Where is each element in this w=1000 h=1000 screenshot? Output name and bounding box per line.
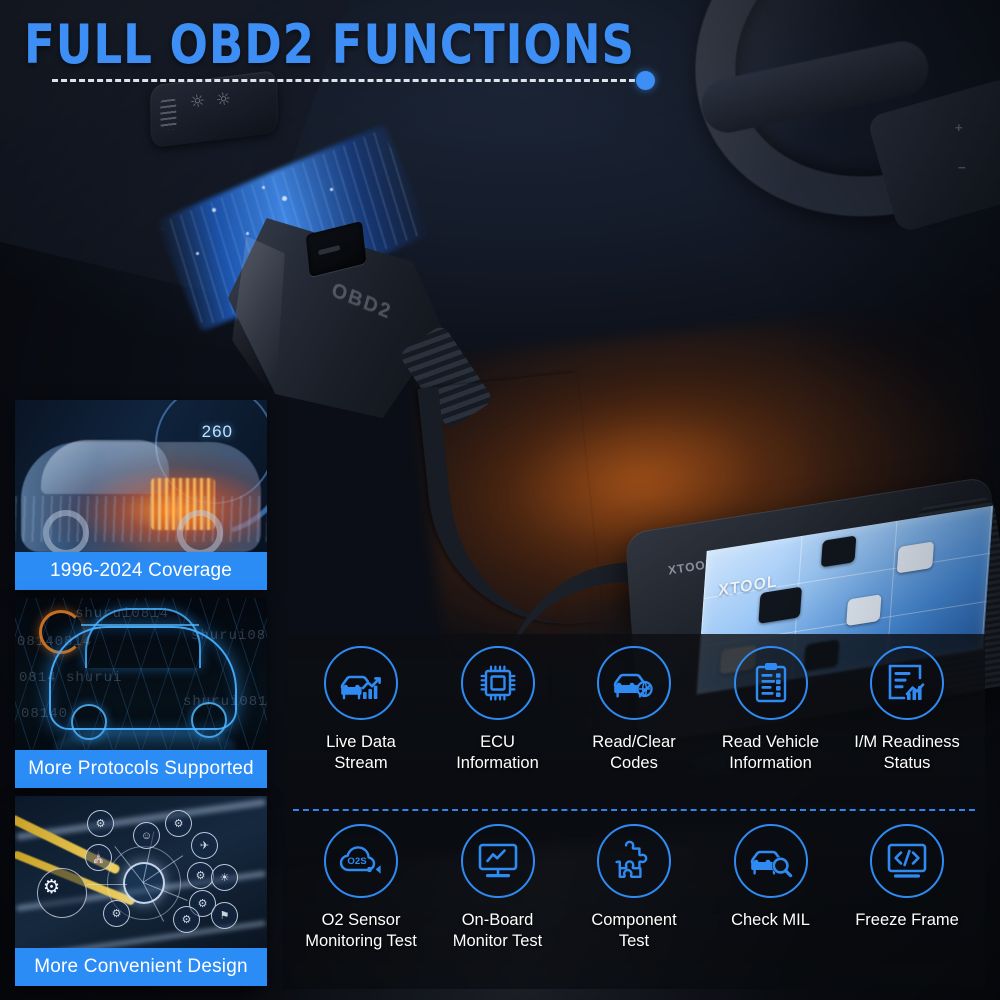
header: FULL OBD2 FUNCTIONS [0,0,1000,120]
feature-label: ECU Information [456,733,539,773]
card-label-design: More Convenient Design [15,948,267,986]
function-grid: Live Data Stream ECU Information Read/Cl… [283,634,985,989]
card-label-coverage: 1996-2024 Coverage [15,552,267,590]
motion-streaks [15,496,267,542]
feature-label: Component Test [591,911,677,951]
feature-on-board-monitor-test[interactable]: On-Board Monitor Test [430,824,566,952]
feature-read-clear-codes[interactable]: Read/Clear Codes [566,646,702,774]
function-row-2: O2S O2 Sensor Monitoring Test On-Board M… [283,814,985,982]
svg-text:O2S: O2S [347,856,367,867]
clipboard-icon [733,646,808,720]
feature-ecu-information[interactable]: ECU Information [430,646,566,774]
function-row-1: Live Data Stream ECU Information Read/Cl… [283,636,985,804]
feature-label: Check MIL [731,911,810,929]
gear-icon: ⚙ [43,876,61,898]
feature-label: Read/Clear Codes [592,733,676,773]
network-node-icon: ⚙ [87,810,114,837]
network-node-icon: ☀ [211,864,238,891]
car-chart-icon [324,646,398,720]
feature-label: O2 Sensor Monitoring Test [305,911,417,951]
o2s-cloud-sensor-icon: O2S [324,824,398,898]
highlight-card-list: 260 1996-2024 Coverage shurui0814 081408… [15,400,267,994]
report-chart-icon [870,646,944,720]
network-node-icon: ⛪ [85,844,112,871]
network-link [87,884,127,885]
feature-label: Freeze Frame [855,911,959,929]
network-node-icon: ☺ [133,822,160,849]
feature-component-test[interactable]: Component Test [566,824,702,952]
puzzle-icon [597,824,671,898]
network-node-icon: ⚙ [173,906,200,933]
code-screen-icon [870,824,944,898]
feature-o2-sensor-monitoring-test[interactable]: O2S O2 Sensor Monitoring Test [293,824,429,952]
obd2-function-panel: Live Data Stream ECU Information Read/Cl… [283,634,985,989]
feature-read-vehicle-information[interactable]: Read Vehicle Information [703,646,839,774]
feature-live-data-stream[interactable]: Live Data Stream [293,646,429,774]
feature-label: I/M Readiness Status [854,733,960,773]
car-scan-icon [597,646,671,720]
feature-label: Read Vehicle Information [721,733,820,773]
network-node-icon: ⚙ [103,900,130,927]
speedometer-value: 260 [201,422,233,441]
feature-label: On-Board Monitor Test [452,911,543,951]
highlight-card-design[interactable]: ⚙ ⚙ ⛪ ☺ ⚙ ✈ ⚙ ☀ ⚙ ⚑ ⚙ ⚙ More Convenient … [15,796,267,986]
feature-check-mil[interactable]: Check MIL [703,824,839,931]
network-node-icon: ✈ [191,832,218,859]
network-node-icon: ⚑ [211,902,238,929]
chip-icon [460,646,535,720]
title-divider [52,79,644,82]
network-node-icon: ⚙ [165,810,192,837]
car-magnifier-icon [733,824,808,898]
sedan-glasshouse [41,440,169,494]
feature-freeze-frame[interactable]: Freeze Frame [839,824,975,931]
card-label-protocols: More Protocols Supported [15,750,267,788]
page-title: FULL OBD2 FUNCTIONS [24,13,635,76]
network-node-icon: ⚙ [187,862,214,889]
feature-label: Live Data Stream [326,733,396,773]
feature-im-readiness-status[interactable]: I/M Readiness Status [839,646,975,774]
highlight-card-coverage[interactable]: 260 1996-2024 Coverage [15,400,267,590]
highlight-card-protocols[interactable]: shurui0814 08140814 shurui08 0814 shurui… [15,598,267,788]
title-divider-dot [636,71,655,90]
monitor-waveform-icon [460,824,535,898]
